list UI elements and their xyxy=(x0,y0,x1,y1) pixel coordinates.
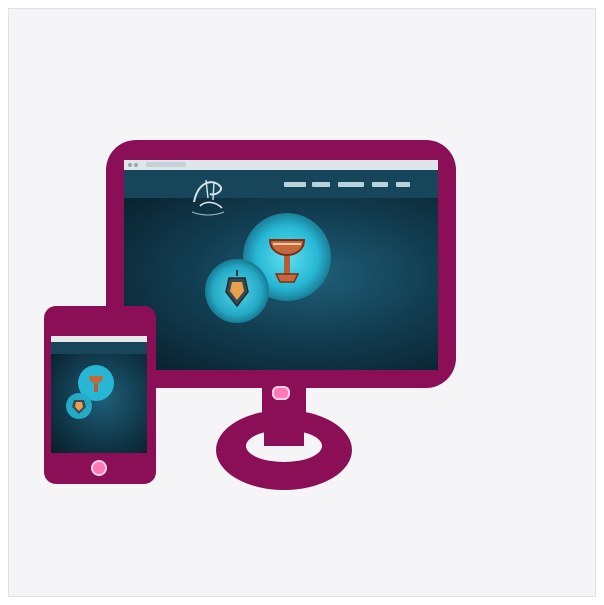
calligraphy-logo-icon xyxy=(191,179,225,216)
nav-item xyxy=(396,182,410,187)
tablet-lantern-medallion xyxy=(66,393,92,419)
tablet-header xyxy=(51,342,147,354)
nav-item xyxy=(372,182,388,187)
nav-item xyxy=(284,182,306,187)
home-button-icon xyxy=(91,460,107,476)
power-button-icon xyxy=(272,386,290,400)
nav-item xyxy=(312,182,330,187)
monitor-base xyxy=(216,402,352,490)
site-header xyxy=(124,170,438,198)
browser-dot-icon xyxy=(134,163,138,167)
browser-dot-icon xyxy=(128,163,132,167)
browser-toolbar xyxy=(124,160,438,170)
monitor-screen xyxy=(124,160,438,370)
address-bar xyxy=(146,162,186,167)
nav-item xyxy=(338,182,364,187)
lantern-medallion xyxy=(205,259,269,323)
tablet-screen xyxy=(51,336,147,453)
